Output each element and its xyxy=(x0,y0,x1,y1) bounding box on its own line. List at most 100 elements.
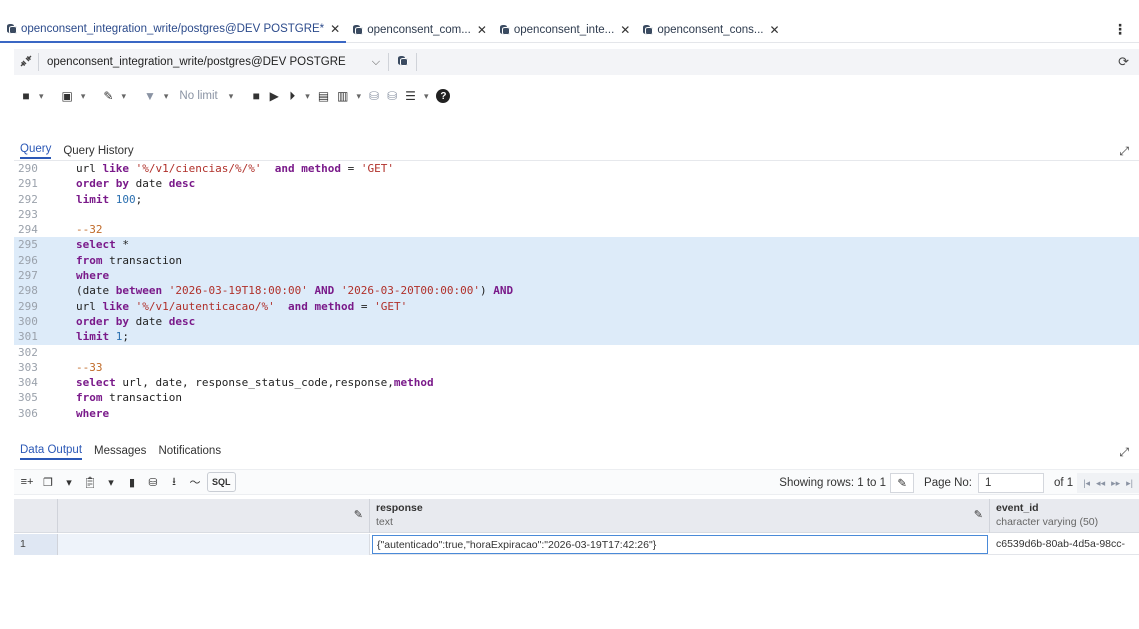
editor-line[interactable]: 295 select * xyxy=(14,237,1139,253)
first-page-icon[interactable]: |◂ xyxy=(1083,478,1090,489)
editor-line[interactable]: 300 order by date desc xyxy=(14,313,1139,330)
editor-line[interactable]: 291 order by date desc xyxy=(14,176,1139,191)
pagination: Showing rows: 1 to 1 ✎ Page No: 1 of 1 |… xyxy=(779,470,1139,496)
code-text: where xyxy=(76,406,110,420)
row-number[interactable]: 1 xyxy=(14,534,58,555)
editor-line[interactable]: 293 xyxy=(14,207,1139,222)
tab-query-history[interactable]: Query History xyxy=(63,145,133,159)
table-cell[interactable] xyxy=(58,534,370,555)
page-input[interactable]: 1 xyxy=(978,473,1044,493)
editor-line[interactable]: 294 --32 xyxy=(14,222,1139,237)
chevron-down-icon[interactable]: ▾ xyxy=(354,85,365,107)
download-icon[interactable]: ⭳ xyxy=(165,472,183,492)
line-number: 302 xyxy=(18,345,38,359)
line-number: 292 xyxy=(18,192,38,206)
editor-line[interactable]: 298 (date between '2026-03-19T18:00:00' A… xyxy=(14,283,1139,299)
column-header: ✎ xyxy=(58,499,370,533)
next-page-icon[interactable]: ▸▸ xyxy=(1111,478,1120,489)
prev-page-icon[interactable]: ◂◂ xyxy=(1096,478,1105,489)
page-label: Page No: xyxy=(924,477,972,489)
open-file-icon[interactable]: ■ xyxy=(18,85,34,107)
tab-query-3[interactable]: openconsent_inte... ✕ xyxy=(493,18,636,43)
tab-data-output[interactable]: Data Output xyxy=(20,444,83,460)
refresh-icon[interactable]: ⟳ xyxy=(1118,54,1129,70)
editor-line[interactable]: 305 from transaction xyxy=(14,390,1139,405)
editor-line[interactable]: 302 xyxy=(14,345,1139,360)
chevron-down-icon[interactable]: ▾ xyxy=(36,85,47,107)
table-cell-event-id[interactable]: c6539d6b-80ab-4d5a-98cc- xyxy=(990,534,1139,555)
stop-icon[interactable]: ■ xyxy=(248,85,264,107)
close-icon[interactable]: ✕ xyxy=(477,23,487,37)
execute-script-icon[interactable]: ⏵ xyxy=(284,85,300,107)
explain-analyze-icon[interactable]: ▥ xyxy=(334,85,351,107)
line-number: 296 xyxy=(18,253,38,267)
commit-icon[interactable]: ⛁ xyxy=(366,85,382,107)
sql-button[interactable]: SQL xyxy=(207,472,236,492)
column-header-event-id[interactable]: event_id character varying (50) xyxy=(990,499,1139,533)
paste-icon[interactable]: 📋︎ xyxy=(81,472,99,492)
tab-query-1[interactable]: openconsent_integration_write/postgres@D… xyxy=(0,18,347,43)
table-cell-response[interactable]: {"autenticado":true,"horaExpiracao":"202… xyxy=(372,535,988,554)
editor-line[interactable]: 292 limit 100; xyxy=(14,192,1139,207)
editor-lines: 290 url like '%/v1/ciencias/%/%' and meth… xyxy=(14,161,1139,421)
pencil-icon: ✎ xyxy=(973,509,983,521)
column-name: response xyxy=(376,502,423,514)
chevron-down-icon[interactable]: ▾ xyxy=(102,472,120,492)
chevron-down-icon[interactable]: ▾ xyxy=(161,85,172,107)
chevron-down-icon[interactable]: ▾ xyxy=(60,472,78,492)
database-button[interactable] xyxy=(389,55,416,69)
sql-editor[interactable]: 290 url like '%/v1/ciencias/%/%' and meth… xyxy=(14,160,1139,437)
filter-icon[interactable]: ▼ xyxy=(141,85,159,107)
chevron-down-icon[interactable]: ▾ xyxy=(302,85,313,107)
edit-icon[interactable]: ✎ xyxy=(100,85,116,107)
database-icon xyxy=(499,25,510,35)
tab-query-2[interactable]: openconsent_com... ✕ xyxy=(346,18,493,43)
execute-icon[interactable]: ▶ xyxy=(266,85,282,107)
macros-icon[interactable]: ☰ xyxy=(402,85,419,107)
code-text: url like '%/v1/ciencias/%/%' and method … xyxy=(76,162,394,175)
editor-line[interactable]: 303 --33 xyxy=(14,360,1139,375)
tab-messages[interactable]: Messages xyxy=(94,445,146,459)
chevron-down-icon[interactable]: ▾ xyxy=(226,85,237,107)
editor-line[interactable]: 296 from transaction xyxy=(14,252,1139,269)
editor-line[interactable]: 290 url like '%/v1/ciencias/%/%' and meth… xyxy=(14,161,1139,176)
graph-icon[interactable]: 〜 xyxy=(186,472,204,492)
limit-select[interactable]: No limit xyxy=(173,90,223,102)
editor-line[interactable]: 306 where xyxy=(14,406,1139,421)
table-row[interactable]: 1 {"autenticado":true,"horaExpiracao":"2… xyxy=(14,534,1139,555)
column-header-response[interactable]: response text ✎ xyxy=(370,499,990,533)
expand-icon[interactable]: ⤢ xyxy=(1119,445,1129,460)
tab-query[interactable]: Query xyxy=(20,143,52,159)
tab-notifications[interactable]: Notifications xyxy=(158,445,221,459)
add-row-icon[interactable]: ≡+ xyxy=(18,472,36,492)
expand-icon[interactable]: ⤢ xyxy=(1119,144,1129,159)
chevron-down-icon[interactable]: ▾ xyxy=(78,85,89,107)
explain-icon[interactable]: ▤ xyxy=(315,85,332,107)
code-text: --33 xyxy=(76,360,103,374)
save-data-icon[interactable]: ⛁ xyxy=(144,472,162,492)
help-icon[interactable]: ? xyxy=(433,85,453,107)
chevron-down-icon[interactable]: ▾ xyxy=(421,85,432,107)
chevron-down-icon[interactable]: ▾ xyxy=(118,85,129,107)
editor-line[interactable]: 304 select url, date, response_status_cod… xyxy=(14,375,1139,390)
connection-select[interactable]: openconsent_integration_write/postgres@D… xyxy=(39,49,388,75)
code-text: from transaction xyxy=(76,391,182,405)
delete-icon[interactable]: ▮ xyxy=(123,472,141,492)
close-icon[interactable]: ✕ xyxy=(769,23,779,37)
copy-icon[interactable]: ❐ xyxy=(39,472,57,492)
rollback-icon[interactable]: ⛁ xyxy=(384,85,400,107)
tab-query-4[interactable]: openconsent_cons... ✕ xyxy=(636,18,785,43)
database-icon xyxy=(642,25,654,35)
kebab-menu-icon[interactable]: ⋮ xyxy=(1113,21,1127,38)
editor-tabs: Query Query History ⤢ xyxy=(14,139,1139,159)
connection-status-icon[interactable] xyxy=(14,54,38,71)
pencil-icon[interactable]: ✎ xyxy=(890,473,915,493)
last-page-icon[interactable]: ▸| xyxy=(1126,478,1133,489)
editor-line[interactable]: 299 url like '%/v1/autenticacao/%' and me… xyxy=(14,298,1139,314)
close-icon[interactable]: ✕ xyxy=(620,23,630,37)
database-icon xyxy=(6,24,17,34)
close-icon[interactable]: ✕ xyxy=(330,22,340,36)
editor-line[interactable]: 297 where xyxy=(14,268,1139,284)
save-icon[interactable]: ▣ xyxy=(59,85,76,107)
editor-line[interactable]: 301 limit 1; xyxy=(14,329,1139,345)
